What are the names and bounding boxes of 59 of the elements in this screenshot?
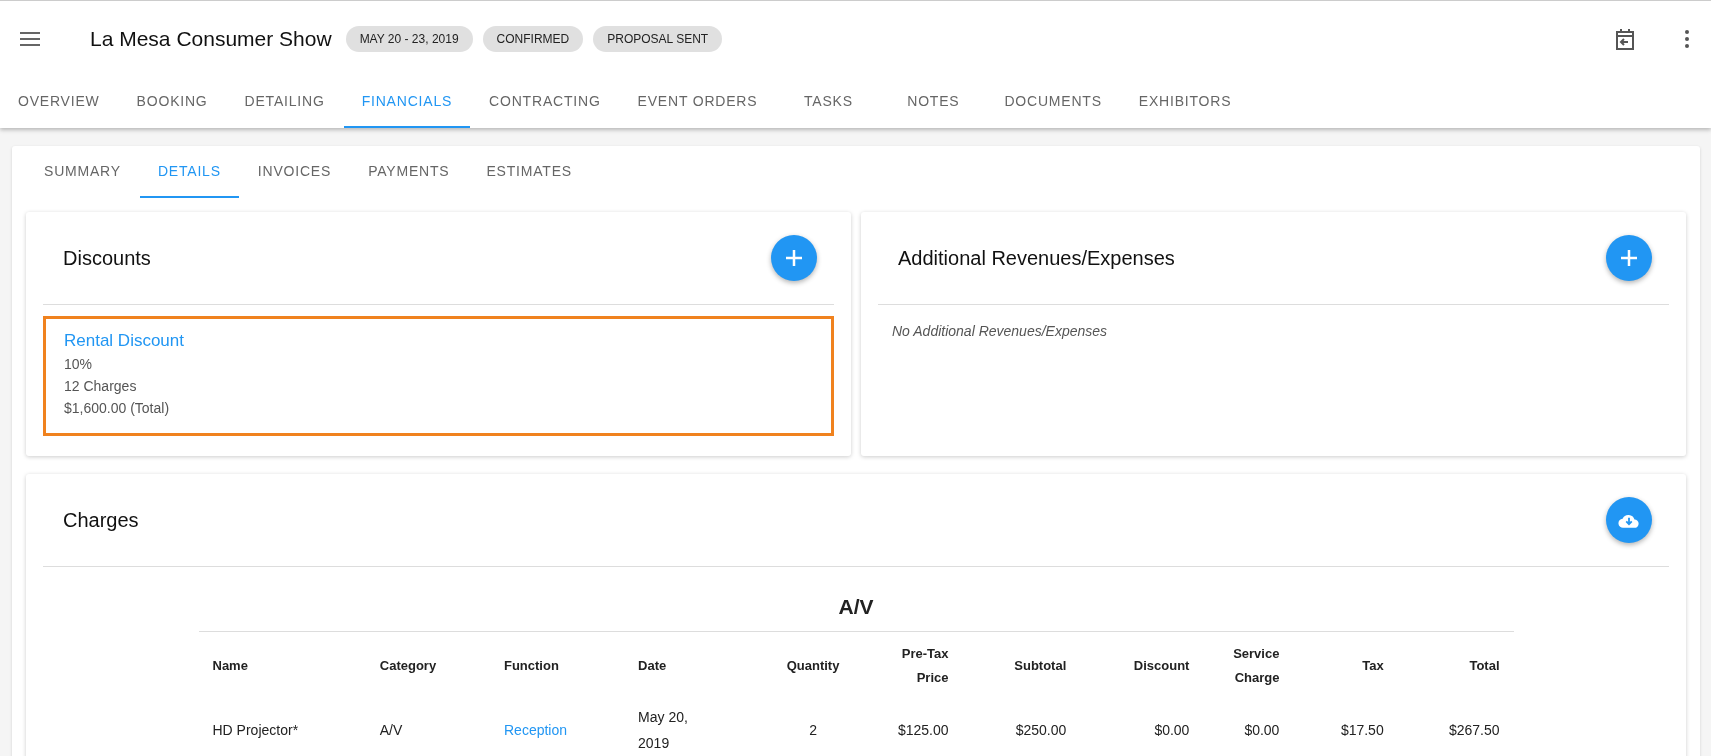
column-header: Pre-Tax Price (872, 631, 963, 700)
nav-tab[interactable]: FINANCIALS (343, 76, 471, 128)
column-header: Total (1397, 631, 1514, 700)
table-cell: $267.50 (1448, 722, 1500, 738)
column-header: Quantity (753, 631, 873, 700)
discount-detail: 10% (64, 355, 93, 374)
column-header: Function (490, 631, 625, 700)
sub-tab[interactable]: PAYMENTS (350, 146, 468, 198)
nav-tab[interactable]: EVENT ORDERS (619, 76, 776, 128)
nav-tab[interactable]: DETAILING (226, 76, 343, 128)
add-button[interactable] (771, 235, 817, 281)
sub-tab[interactable]: SUMMARY (26, 146, 139, 198)
download-button[interactable] (1606, 497, 1652, 543)
table-cell: 2 (809, 722, 817, 738)
column-header: Discount (1080, 631, 1204, 700)
discount-item[interactable]: Rental Discount 10% 12 Charges $1,600.00 (Total) (43, 316, 834, 436)
table-cell: $0.00 (1244, 722, 1280, 738)
nav-tab[interactable]: TASKS (776, 76, 881, 128)
column-header: Date (624, 631, 754, 700)
discount-detail: $1,600.00 (Total) (64, 399, 170, 418)
empty-message: No Additional Revenues/Expenses (891, 322, 1109, 341)
status-chip: MAY 20 - 23, 2019 (345, 25, 473, 52)
group-heading: A/V (837, 594, 875, 620)
column-header: Service Charge (1203, 631, 1294, 700)
nav-tab[interactable]: DOCUMENTS (986, 76, 1120, 128)
sub-tab[interactable]: DETAILS (139, 146, 239, 198)
discount-link[interactable]: Rental Discount (64, 329, 184, 353)
discount-detail: 12 Charges (64, 377, 137, 396)
more-icon[interactable] (1685, 29, 1689, 48)
nav-tab[interactable]: BOOKING (118, 76, 226, 128)
event-title: La Mesa Consumer Show (90, 26, 332, 51)
menu-icon[interactable] (20, 31, 40, 46)
column-header: Tax (1293, 631, 1398, 700)
function-link[interactable]: Reception (504, 722, 568, 738)
sub-tab[interactable]: ESTIMATES (468, 146, 590, 198)
column-header: Subtotal (962, 631, 1081, 700)
plus-icon (786, 250, 802, 266)
nav-tab[interactable]: OVERVIEW (0, 76, 118, 128)
status-chip: PROPOSAL SENT (593, 25, 723, 52)
nav-tab[interactable]: CONTRACTING (471, 76, 619, 128)
nav-tab[interactable]: NOTES (881, 76, 986, 128)
sub-tab[interactable]: INVOICES (239, 146, 350, 198)
table-cell: $125.00 (897, 722, 949, 738)
card-title: Charges (63, 508, 139, 532)
table-cell: $0.00 (1154, 722, 1190, 738)
card-title: Discounts (63, 246, 151, 270)
status-chip: CONFIRMED (482, 25, 584, 52)
table-cell: HD Projector* (212, 722, 299, 738)
table-cell: A/V (379, 722, 403, 738)
column-header: Name (198, 631, 366, 700)
card-title: Additional Revenues/Expenses (898, 246, 1175, 270)
calendar-icon[interactable] (1615, 27, 1635, 50)
table-cell: $17.50 (1340, 722, 1384, 738)
nav-tab[interactable]: EXHIBITORS (1120, 76, 1250, 128)
plus-icon (1621, 250, 1637, 266)
table-cell-text: May 20, 2019 (638, 708, 689, 753)
table-cell: $250.00 (1015, 722, 1067, 738)
column-header: Category (365, 631, 490, 700)
add-button[interactable] (1606, 235, 1652, 281)
